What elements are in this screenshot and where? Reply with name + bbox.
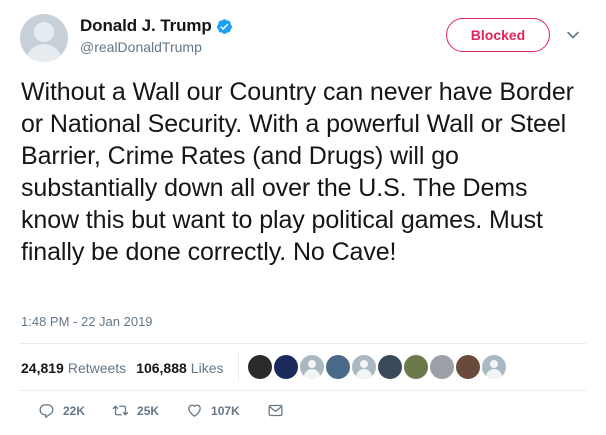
author-display-name-row[interactable]: Donald J. Trump — [80, 16, 233, 36]
reply-action[interactable]: 22K — [38, 402, 85, 419]
avatar[interactable] — [20, 14, 68, 62]
engagement-stats: 24,819 Retweets 106,888 Likes — [21, 360, 233, 376]
like-action[interactable]: 107K — [186, 402, 240, 419]
divider — [20, 390, 586, 391]
liker-avatar[interactable] — [274, 355, 298, 379]
retweets-count: 24,819 — [21, 360, 64, 376]
liker-avatar[interactable] — [482, 355, 506, 379]
likes-stat[interactable]: 106,888 Likes — [136, 360, 223, 376]
divider — [20, 343, 586, 344]
retweet-action[interactable]: 25K — [112, 402, 159, 419]
avatar-placeholder-head — [34, 22, 54, 42]
tweet-timestamp[interactable]: 1:48 PM - 22 Jan 2019 — [21, 314, 153, 329]
likes-count: 106,888 — [136, 360, 187, 376]
like-icon — [188, 404, 201, 417]
liker-avatar[interactable] — [300, 355, 324, 379]
tweet-actions: 22K 25K 107K — [38, 402, 311, 419]
author-display-name[interactable]: Donald J. Trump — [80, 16, 212, 36]
chevron-down-icon[interactable] — [566, 28, 580, 42]
liker-avatar[interactable] — [248, 355, 272, 379]
blocked-button[interactable]: Blocked — [446, 18, 550, 52]
author-handle[interactable]: @realDonaldTrump — [80, 39, 233, 55]
tweet-text: Without a Wall our Country can never hav… — [21, 78, 574, 266]
liker-avatars — [248, 355, 508, 379]
reply-count: 22K — [63, 403, 86, 418]
liker-avatar[interactable] — [404, 355, 428, 379]
retweet-count: 25K — [137, 403, 160, 418]
liker-avatar[interactable] — [456, 355, 480, 379]
stats-separator — [238, 352, 239, 382]
retweets-stat[interactable]: 24,819 Retweets — [21, 360, 126, 376]
retweets-label: Retweets — [67, 360, 127, 376]
liker-avatar[interactable] — [326, 355, 350, 379]
direct-message-icon — [268, 404, 283, 417]
author-names: Donald J. Trump @realDonaldTrump — [80, 16, 233, 55]
liker-avatar[interactable] — [430, 355, 454, 379]
avatar-placeholder-shoulders — [26, 44, 62, 62]
tweet-header: Donald J. Trump @realDonaldTrump Blocked — [20, 14, 582, 62]
direct-message-action[interactable] — [267, 402, 284, 419]
likes-label: Likes — [190, 360, 224, 376]
like-count: 107K — [211, 403, 240, 418]
liker-avatar[interactable] — [378, 355, 402, 379]
verified-badge-icon — [216, 18, 232, 34]
liker-avatar[interactable] — [352, 355, 376, 379]
reply-icon — [39, 404, 54, 418]
retweet-icon — [112, 405, 129, 416]
